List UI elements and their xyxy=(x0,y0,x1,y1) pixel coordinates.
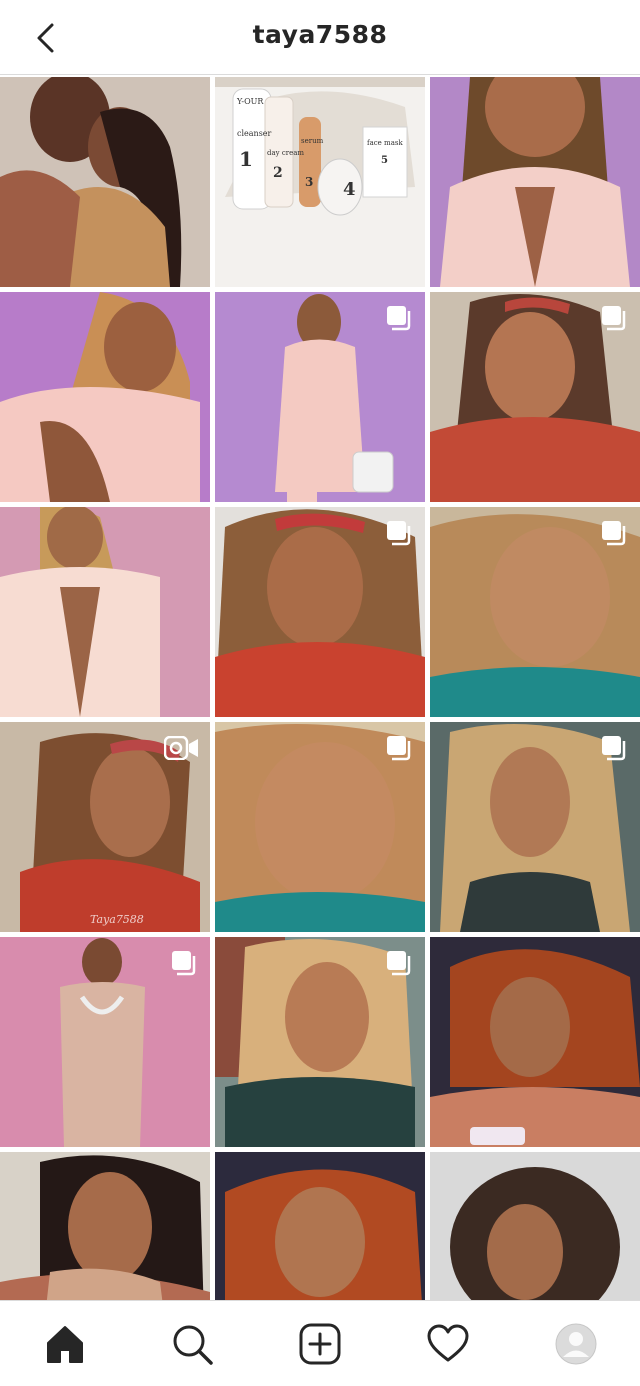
search-icon xyxy=(173,1325,213,1365)
product-label: serum xyxy=(301,137,324,145)
product-label: cleanser xyxy=(237,129,272,138)
multiple-posts-icon xyxy=(602,521,626,546)
post-tile[interactable] xyxy=(430,77,640,287)
post-tile[interactable] xyxy=(430,722,640,932)
product-label: 5 xyxy=(381,155,388,166)
product-label: face mask xyxy=(367,139,403,147)
post-tile[interactable] xyxy=(215,937,425,1147)
video-icon xyxy=(164,736,198,760)
heart-icon xyxy=(427,1324,469,1362)
post-tile[interactable] xyxy=(430,937,640,1147)
multiple-posts-icon xyxy=(387,951,411,976)
multiple-posts-icon xyxy=(172,951,196,976)
post-image xyxy=(215,77,425,287)
profile-header: taya7588 xyxy=(0,0,640,75)
post-tile[interactable]: Taya7588 xyxy=(0,722,210,932)
post-tile[interactable] xyxy=(430,292,640,502)
post-image xyxy=(0,292,210,502)
add-post-icon xyxy=(299,1323,341,1365)
product-label: day cream xyxy=(267,149,305,157)
post-image xyxy=(0,77,210,287)
home-icon xyxy=(47,1326,83,1363)
multiple-posts-icon xyxy=(602,736,626,761)
nav-profile-button[interactable] xyxy=(553,1321,599,1367)
profile-username: taya7588 xyxy=(252,20,388,49)
product-label: 2 xyxy=(273,165,283,181)
nav-add-post-button[interactable] xyxy=(297,1321,343,1367)
product-label: 3 xyxy=(305,175,314,189)
profile-avatar-icon xyxy=(555,1323,597,1365)
post-image xyxy=(430,937,640,1147)
nav-search-button[interactable] xyxy=(169,1321,215,1367)
post-tile[interactable] xyxy=(215,722,425,932)
product-label: Y-OUR xyxy=(237,97,264,106)
multiple-posts-icon xyxy=(387,306,411,331)
product-label: 1 xyxy=(239,147,253,171)
post-tile[interactable] xyxy=(0,77,210,287)
post-tile[interactable] xyxy=(0,937,210,1147)
bottom-navigation xyxy=(0,1300,640,1386)
multiple-posts-icon xyxy=(387,521,411,546)
post-image xyxy=(0,507,210,717)
nav-activity-button[interactable] xyxy=(425,1321,471,1367)
post-tile[interactable] xyxy=(430,507,640,717)
watermark-text: Taya7588 xyxy=(90,913,144,926)
post-tile[interactable] xyxy=(0,292,210,502)
product-label: 4 xyxy=(343,179,356,200)
post-grid: Y-OUR cleanser 1 day cream 2 serum 3 4 f… xyxy=(0,77,640,1385)
multiple-posts-icon xyxy=(602,306,626,331)
nav-home-button[interactable] xyxy=(42,1321,88,1367)
post-tile[interactable] xyxy=(0,507,210,717)
post-image xyxy=(430,77,640,287)
post-tile[interactable]: Y-OUR cleanser 1 day cream 2 serum 3 4 f… xyxy=(215,77,425,287)
post-tile[interactable] xyxy=(215,507,425,717)
post-tile[interactable] xyxy=(215,292,425,502)
multiple-posts-icon xyxy=(387,736,411,761)
